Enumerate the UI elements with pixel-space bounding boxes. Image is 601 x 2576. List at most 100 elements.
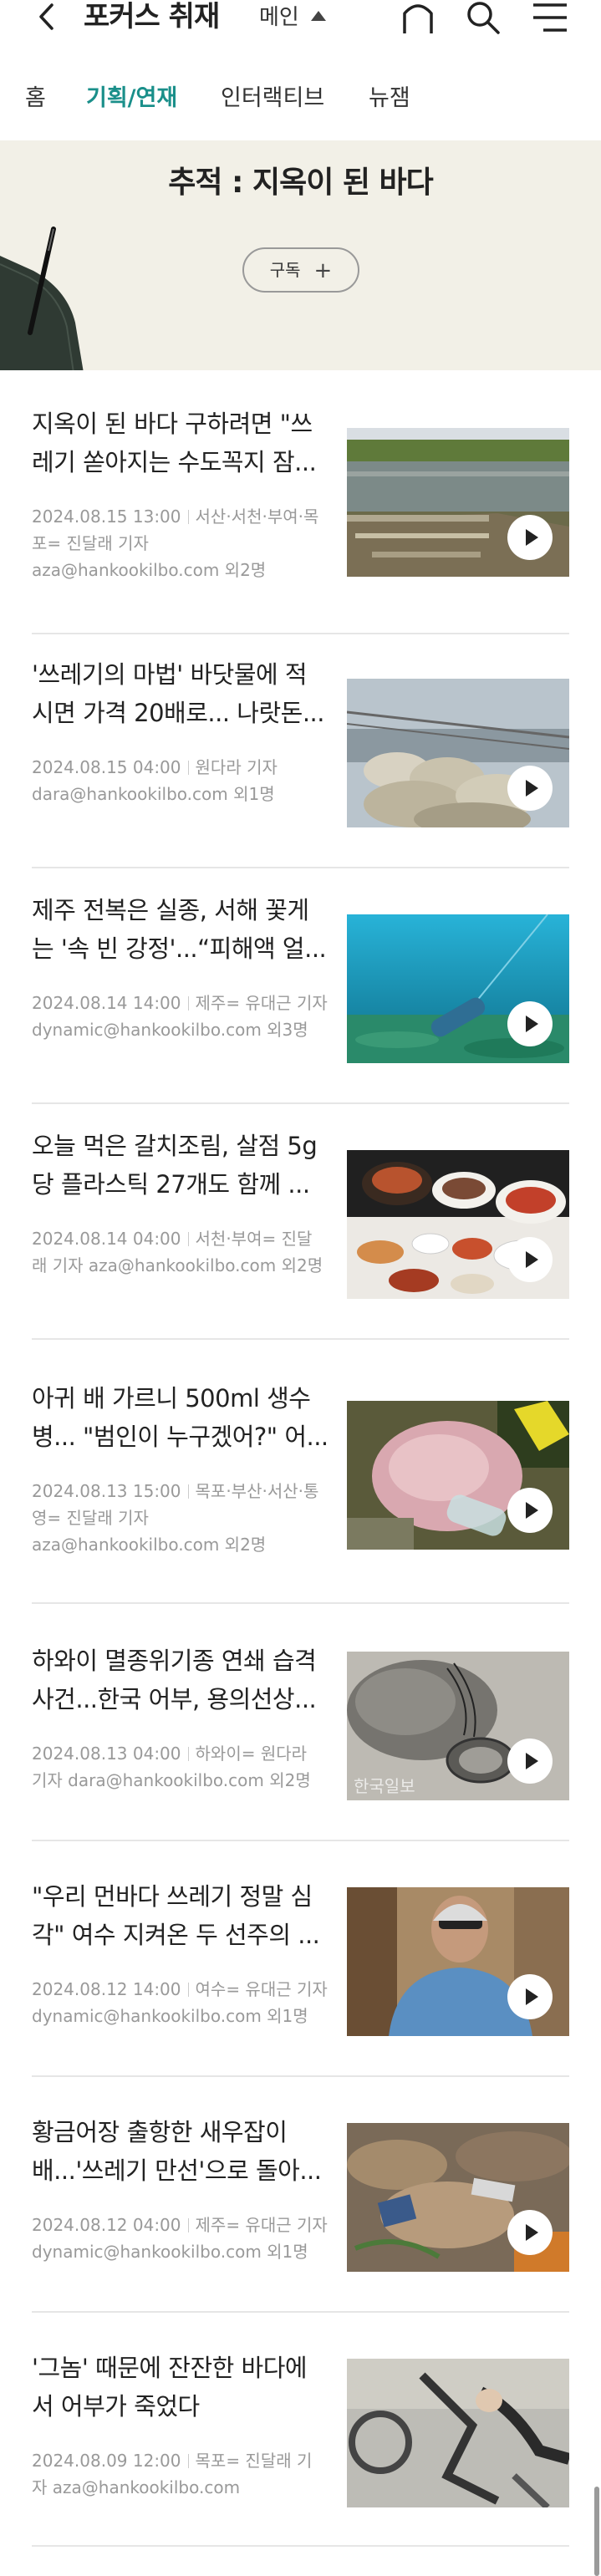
article-title[interactable]: 아귀 배 가르니 500ml 생수 병... "범인이 누구겠어?" 어... [32, 1379, 341, 1456]
article-thumbnail[interactable] [347, 2359, 569, 2507]
meta-separator [187, 1747, 189, 1761]
home-icon[interactable] [400, 0, 436, 37]
play-icon[interactable] [507, 766, 553, 811]
article-item[interactable]: 하와이 멸종위기종 연쇄 습격 사건...한국 어부, 용의선상... 2024… [32, 1642, 569, 1809]
article-item[interactable]: 아귀 배 가르니 500ml 생수 병... "범인이 누구겠어?" 어... … [32, 1379, 569, 1571]
article-thumbnail[interactable]: 한국일보 [347, 1652, 569, 1800]
article-title-line: 당 플라스틱 27개도 함께 ... [32, 1170, 310, 1199]
page-scrollbar[interactable] [594, 2487, 599, 2576]
article-thumbnail[interactable] [347, 2123, 569, 2272]
article-title-line: '쓰레기의 마법' 바닷물에 적 [32, 660, 308, 689]
illustration-photo [347, 2359, 569, 2507]
meta-separator [187, 510, 189, 524]
meta-separator [187, 2454, 189, 2468]
play-icon[interactable] [507, 515, 553, 560]
subscribe-label: 구독 [269, 260, 301, 280]
article-thumbnail[interactable] [347, 679, 569, 827]
play-icon[interactable] [507, 1237, 553, 1282]
article-title-line: "우리 먼바다 쓰레기 정말 심 [32, 1882, 313, 1911]
article-item[interactable]: '그놈' 때문에 잔잔한 바다에 서 어부가 죽었다 2024.08.09 12… [32, 2349, 569, 2516]
article-title[interactable]: "우리 먼바다 쓰레기 정말 심 각" 여수 지켜온 두 선주의 ... [32, 1877, 341, 1954]
tab-newsjam[interactable]: 뉴잼 [369, 84, 410, 114]
article-thumbnail[interactable] [347, 428, 569, 577]
play-icon[interactable] [507, 1974, 553, 2019]
article-item[interactable]: 황금어장 출항한 새우잡이 배...'쓰레기 만선'으로 돌아... 2024.… [32, 2113, 569, 2280]
divider [32, 1338, 569, 1340]
article-byline: aza@hankookilbo.com 외2명 [32, 1535, 267, 1555]
divider [32, 633, 569, 634]
play-icon[interactable] [507, 1739, 553, 1784]
article-title[interactable]: 하와이 멸종위기종 연쇄 습격 사건...한국 어부, 용의선상... [32, 1642, 341, 1718]
article-byline: dynamic@hankookilbo.com 외1명 [32, 2006, 308, 2026]
article-item[interactable]: 오늘 먹은 갈치조림, 살점 5g 당 플라스틱 27개도 함께 ... 202… [32, 1127, 569, 1299]
article-title-line: 지옥이 된 바다 구하려면 "쓰 [32, 410, 313, 438]
category-tabs: 홈 기획/연재 인터랙티브 뉴잼 [0, 75, 601, 122]
section-dropdown-label: 메인 [259, 5, 299, 30]
section-dropdown[interactable]: 메인 [259, 3, 326, 32]
play-icon[interactable] [507, 2210, 553, 2255]
meta-separator [187, 761, 189, 775]
article-thumbnail[interactable] [347, 1401, 569, 1550]
article-byline: 영= 진달래 기자 [32, 1508, 149, 1528]
plus-icon: + [313, 258, 333, 283]
chevron-left-icon[interactable] [35, 0, 60, 33]
article-title[interactable]: '쓰레기의 마법' 바닷물에 적 시면 가격 20배로... 나랏돈... [32, 655, 341, 732]
article-item[interactable]: '쓰레기의 마법' 바닷물에 적 시면 가격 20배로... 나랏돈... 20… [32, 655, 569, 827]
play-icon[interactable] [507, 1488, 553, 1533]
article-date: 2024.08.13 04:00 [32, 1744, 181, 1764]
article-byline: 하와이= 원다라 [195, 1744, 308, 1764]
article-byline: dara@hankookilbo.com 외1명 [32, 784, 275, 804]
divider [32, 1602, 569, 1604]
menu-icon[interactable] [532, 0, 568, 37]
article-item[interactable]: 지옥이 된 바다 구하려면 "쓰 레기 쏟아지는 수도꼭지 잠... 2024.… [32, 405, 569, 597]
article-title[interactable]: 오늘 먹은 갈치조림, 살점 5g 당 플라스틱 27개도 함께 ... [32, 1127, 341, 1204]
tab-home[interactable]: 홈 [25, 84, 46, 114]
divider [32, 1840, 569, 1841]
article-title[interactable]: '그놈' 때문에 잔잔한 바다에 서 어부가 죽었다 [32, 2349, 341, 2426]
article-title-line: 아귀 배 가르니 500ml 생수 [32, 1384, 311, 1413]
article-title-line: 배...'쓰레기 만선'으로 돌아... [32, 2156, 322, 2185]
app-header: 포커스 취재 메인 [0, 0, 601, 37]
article-title-line: 황금어장 출항한 새우잡이 [32, 2118, 288, 2146]
article-byline: 포= 진달래 기자 [32, 533, 149, 553]
article-byline: aza@hankookilbo.com 외2명 [32, 560, 267, 580]
article-byline: 원다라 기자 [195, 757, 278, 777]
article-title-line: 시면 가격 20배로... 나랏돈... [32, 699, 325, 727]
article-thumbnail[interactable] [347, 1887, 569, 2036]
divider [32, 867, 569, 868]
article-byline: 제주= 유대근 기자 [195, 993, 328, 1013]
series-title: 추적 : 지옥이 된 바다 [168, 165, 434, 200]
meta-separator [187, 2218, 189, 2232]
article-meta: 2024.08.15 13:00 서산·서천·부여·목 포= 진달래 기자 aza… [32, 503, 341, 583]
article-date: 2024.08.12 04:00 [32, 2215, 181, 2235]
article-title[interactable]: 제주 전복은 실종, 서해 꽃게 는 '속 빈 강정'...“피해액 얼... [32, 891, 341, 968]
article-title-line: 오늘 먹은 갈치조림, 살점 5g [32, 1132, 318, 1160]
tab-series[interactable]: 기획/연재 [86, 84, 177, 114]
article-title-line: 하와이 멸종위기종 연쇄 습격 [32, 1647, 317, 1675]
article-item[interactable]: "우리 먼바다 쓰레기 정말 심 각" 여수 지켜온 두 선주의 ... 202… [32, 1877, 569, 2044]
pen-notebook-decoration [0, 227, 84, 370]
article-title-line: 제주 전복은 실종, 서해 꽃게 [32, 896, 309, 924]
article-title[interactable]: 황금어장 출항한 새우잡이 배...'쓰레기 만선'으로 돌아... [32, 2113, 341, 2190]
article-title-line: 병... "범인이 누구겠어?" 어... [32, 1423, 329, 1451]
article-title-line: 서 어부가 죽었다 [32, 2392, 200, 2421]
article-date: 2024.08.14 14:00 [32, 993, 181, 1013]
article-date: 2024.08.15 13:00 [32, 507, 181, 527]
article-thumbnail[interactable] [347, 914, 569, 1063]
divider [32, 2545, 569, 2547]
article-meta: 2024.08.15 04:00 원다라 기자 dara@hankookilbo.… [32, 754, 341, 807]
divider [32, 1102, 569, 1104]
article-date: 2024.08.13 15:00 [32, 1481, 181, 1501]
article-item[interactable]: 제주 전복은 실종, 서해 꽃게 는 '속 빈 강정'...“피해액 얼... … [32, 891, 569, 1063]
tab-interactive[interactable]: 인터랙티브 [221, 84, 324, 114]
article-byline: 자 aza@hankookilbo.com [32, 2477, 241, 2497]
article-title[interactable]: 지옥이 된 바다 구하려면 "쓰 레기 쏟아지는 수도꼭지 잠... [32, 405, 341, 481]
subscribe-button[interactable]: 구독 + [242, 247, 359, 293]
article-thumbnail[interactable] [347, 1150, 569, 1299]
article-byline: 래 기자 aza@hankookilbo.com 외2명 [32, 1255, 323, 1275]
play-icon[interactable] [507, 1001, 553, 1046]
article-meta: 2024.08.14 14:00 제주= 유대근 기자 dynamic@hanko… [32, 990, 341, 1043]
search-icon[interactable] [465, 0, 502, 37]
article-date: 2024.08.12 14:00 [32, 1979, 181, 1999]
meta-separator [187, 1983, 189, 1997]
